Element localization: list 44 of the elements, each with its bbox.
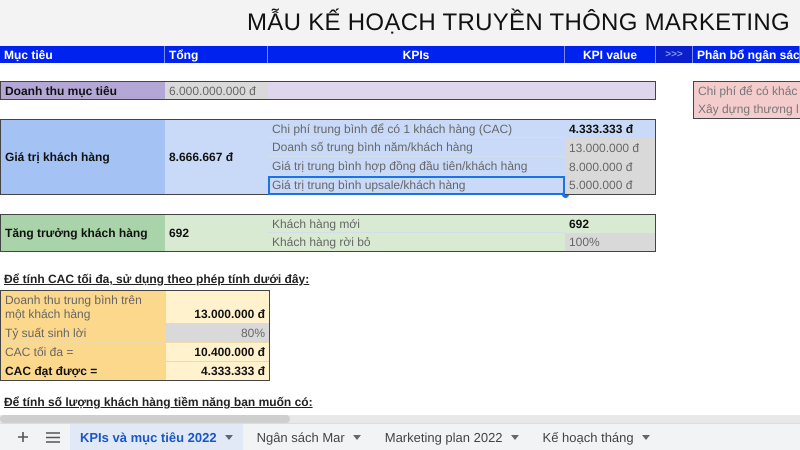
sheet-tab[interactable]: KPIs và mục tiêu 2022 — [70, 424, 243, 450]
table-cell: 100% — [565, 233, 656, 252]
sheet-tab[interactable]: Ngân sách Mar — [246, 424, 371, 450]
sheet-tab[interactable]: Marketing plan 2022 — [374, 424, 529, 450]
table-cell: Doanh thu trung bình trên một khách hàng — [1, 291, 166, 323]
sheet-title: MẪU KẾ HOẠCH TRUYỀN THÔNG MARKETING — [247, 9, 790, 37]
column-header: Phân bổ ngân sác — [693, 46, 800, 63]
table-cell: 80% — [166, 324, 269, 342]
table-cell: 692 — [165, 214, 268, 252]
table-cell[interactable]: Chi phí trung bình để có 1 khách hàng (CAC) — [268, 119, 565, 138]
column-header: Tổng — [165, 46, 268, 63]
caret-icon[interactable] — [352, 434, 361, 440]
table-cell: 10.400.000 đ — [166, 343, 269, 361]
table-cell: Doanh thu mục tiêu — [0, 81, 165, 100]
column-header: Mục tiêu — [0, 46, 165, 63]
table-cell: 8.000.000 đ — [565, 157, 656, 176]
table-cell: 6.000.000.000 đ — [165, 81, 268, 100]
caret-icon[interactable] — [642, 434, 650, 440]
section-heading: Để tính số lượng khách hàng tiềm năng bạn muốn có: — [4, 395, 314, 411]
table-cell[interactable]: Khách hàng mới — [268, 214, 565, 233]
table-cell: Tỷ suất sinh lời — [1, 324, 166, 342]
table-cell: Chi phí để có khác — [693, 81, 800, 100]
caret-icon[interactable] — [224, 434, 233, 440]
table-cell: 4.333.333 đ — [166, 362, 269, 380]
column-header: >>> — [656, 46, 693, 63]
table-cell: 13.000.000 đ — [565, 138, 656, 157]
table-cell: 4.333.333 đ — [565, 119, 656, 138]
sheet-tab[interactable]: Kế hoạch tháng — [532, 424, 660, 450]
table-cell: CAC tối đa = — [1, 343, 166, 361]
section-heading: Để tính CAC tối đa, sử dụng theo phép tính dưới đây: — [4, 272, 310, 288]
table-cell[interactable]: Khách hàng rời bỏ — [268, 233, 565, 252]
table-cell[interactable]: Doanh số trung bình năm/khách hàng — [268, 138, 565, 157]
table-cell: 692 — [565, 214, 656, 233]
table-cell: Giá trị khách hàng — [0, 119, 165, 195]
table-cell[interactable]: Giá trị trung bình hợp đồng đầu tiên/khách hàng — [268, 157, 565, 176]
column-header: KPIs — [268, 46, 565, 63]
table-cell: 13.000.000 đ — [166, 291, 269, 323]
table-cell: CAC đạt được = — [1, 362, 166, 380]
table-cell: Tăng trưởng khách hàng — [0, 214, 165, 252]
scrollbar[interactable] — [0, 415, 290, 423]
table-cell: 8.666.667 đ — [165, 119, 268, 195]
table-cell: 5.000.000 đ — [565, 176, 656, 195]
caret-icon[interactable] — [510, 434, 519, 440]
table-cell: Xây dựng thương l — [693, 100, 800, 119]
